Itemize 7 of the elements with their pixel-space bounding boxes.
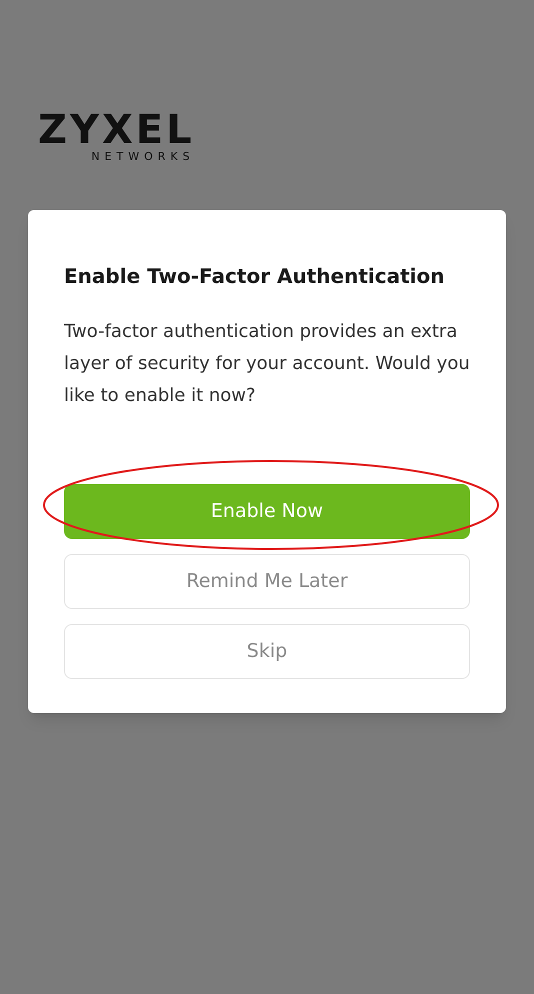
dialog-button[interactable]: Enable Now (64, 484, 470, 539)
dialog-title: Enable Two-Factor Authentication (64, 263, 446, 290)
logo-wordmark: ZYXEL (38, 110, 195, 150)
dialog-message: Two-factor authentication provides an extra layer of security for your account. Would you like to enable it now? (64, 320, 470, 408)
dialog-button[interactable]: Remind Me Later (64, 554, 470, 609)
dialog-button[interactable]: Skip (64, 624, 470, 679)
logo-subtitle: NETWORKS (91, 150, 195, 164)
